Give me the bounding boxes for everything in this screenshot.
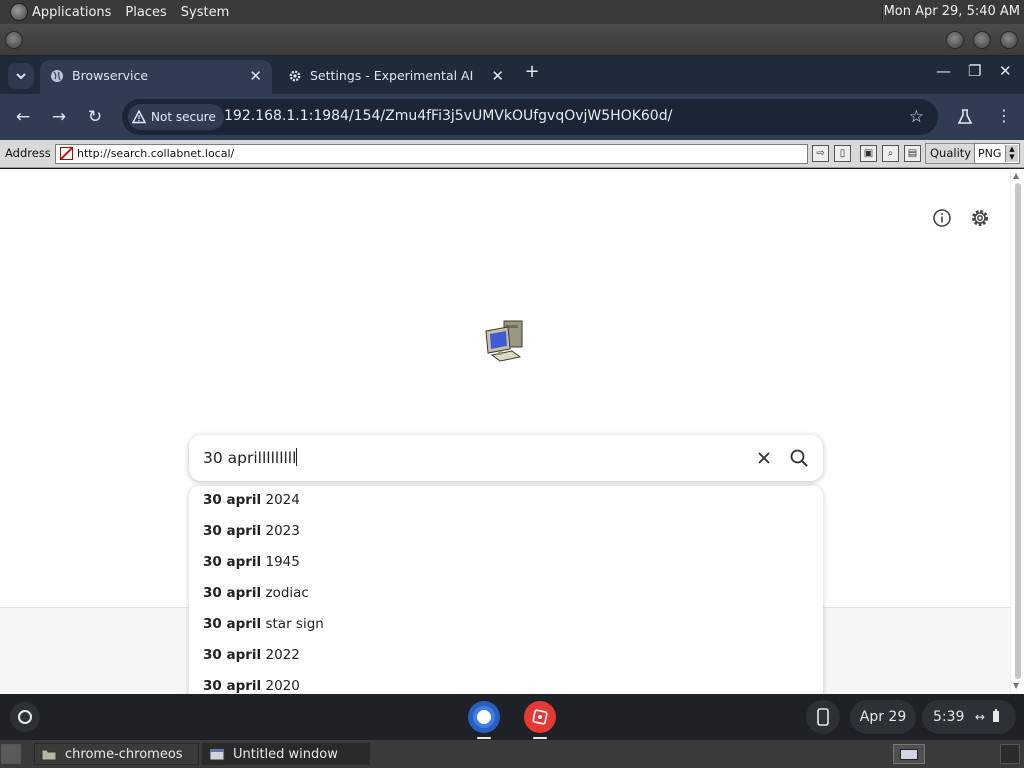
capture-glyph-icon — [532, 709, 548, 725]
reload-button[interactable]: ↻ — [84, 106, 106, 128]
network-arrows-icon: ↔ — [974, 710, 985, 724]
task-untitled-window[interactable]: Untitled window — [202, 743, 370, 765]
chrome-app-icon[interactable] — [468, 701, 500, 733]
chevron-down-icon — [16, 73, 26, 80]
address-bar: Address http://search.collabnet.local/ ⇨… — [0, 140, 1024, 168]
tab-strip: Browservice ✕ Settings - Experimental AI… — [0, 56, 1024, 94]
quality-select[interactable]: PNG ▲ ▼ — [974, 143, 1020, 164]
tab-browservice[interactable]: Browservice ✕ — [40, 60, 272, 94]
maximize-button[interactable] — [973, 31, 991, 49]
search-icon[interactable] — [789, 448, 809, 468]
suggestion-item[interactable]: 30 april 2023 — [203, 523, 300, 539]
close-tab-icon[interactable]: ✕ — [249, 67, 262, 85]
scroll-down-arrow-icon[interactable]: ▼ — [1013, 681, 1019, 690]
minimize-icon[interactable]: — — [936, 62, 951, 80]
date-tray[interactable]: Apr 29 — [850, 700, 916, 734]
bottom-panel: chrome-chromeos Untitled window — [0, 740, 1024, 768]
settings-gear-icon[interactable] — [969, 207, 991, 229]
launcher-button[interactable] — [10, 702, 40, 732]
globe-icon — [51, 70, 63, 82]
applications-menu[interactable]: Applications — [32, 5, 111, 20]
battery-icon — [993, 709, 1000, 722]
screen-capture-app-icon[interactable] — [524, 701, 556, 733]
address-label: Address — [5, 146, 51, 160]
workspace-switcher[interactable] — [1000, 744, 1020, 764]
suggestion-item[interactable]: 30 april 1945 — [203, 554, 300, 570]
gnome-foot-icon[interactable] — [10, 3, 28, 21]
search-box[interactable]: 30 aprilllllllll — [189, 435, 823, 481]
scrollbar-thumb[interactable] — [1015, 183, 1021, 679]
app-running-indicator — [533, 737, 547, 739]
go-arrow-icon[interactable]: ⇨ — [812, 145, 829, 162]
forward-button[interactable]: → — [48, 106, 70, 128]
flask-icon[interactable] — [956, 108, 974, 126]
info-icon[interactable] — [931, 207, 953, 229]
suggestion-item[interactable]: 30 april 2022 — [203, 647, 300, 663]
phone-hub-button[interactable] — [806, 700, 840, 734]
system-menu[interactable]: System — [181, 5, 229, 20]
bookmark-icon[interactable]: ▯ — [834, 145, 851, 162]
task-chrome-chromeos[interactable]: chrome-chromeos — [34, 743, 199, 765]
window-titlebar[interactable] — [0, 24, 1024, 56]
clear-icon[interactable] — [755, 449, 773, 467]
tab-search-button[interactable] — [8, 63, 34, 89]
restore-icon[interactable]: ❐ — [968, 62, 981, 80]
shelf: Apr 29 5:39 ↔ — [0, 694, 1024, 740]
back-button[interactable]: ← — [12, 106, 34, 128]
suggestion-item[interactable]: 30 april 2020 — [203, 678, 300, 694]
clipboard-icon[interactable]: ▤ — [904, 145, 921, 162]
quality-value: PNG — [978, 147, 1002, 160]
minimize-button[interactable] — [946, 31, 964, 49]
insecure-icon — [60, 147, 73, 160]
tab-title: Settings - Experimental AI — [310, 68, 474, 83]
window-menu-button[interactable] — [5, 31, 23, 49]
places-menu[interactable]: Places — [125, 5, 166, 20]
web-page: 30 aprilllllllll 30 april 2024 30 april … — [0, 169, 1010, 694]
browser-toolbar: ← → ↻ Not secure 192.168.1.1:1984/154/Zm… — [0, 94, 1024, 140]
text-caret — [296, 448, 298, 466]
task-label: Untitled window — [233, 746, 338, 762]
bookmark-star-icon[interactable]: ☆ — [909, 107, 924, 127]
suggestion-item[interactable]: 30 april 2024 — [203, 492, 300, 508]
suggestion-item[interactable]: 30 april zodiac — [203, 585, 309, 601]
tab-settings[interactable]: Settings - Experimental AI ✕ — [278, 60, 514, 94]
status-tray[interactable]: 5:39 ↔ — [922, 700, 1016, 734]
quality-label: Quality — [925, 143, 977, 164]
security-chip-label: Not secure — [151, 110, 216, 124]
new-tab-button[interactable]: + — [522, 62, 542, 82]
tab-title: Browservice — [72, 68, 149, 83]
suggestion-item[interactable]: 30 april star sign — [203, 616, 324, 632]
app-running-indicator — [477, 737, 491, 739]
task-label: chrome-chromeos — [65, 746, 183, 762]
gear-icon — [289, 70, 301, 82]
folder-icon — [41, 749, 57, 760]
search-input[interactable]: 30 aprilllllllll — [203, 448, 298, 467]
omnibox-url[interactable]: 192.168.1.1:1984/154/Zmu4fFi3j5vUMVkOUfg… — [224, 108, 672, 124]
suggestions-dropdown: 30 april 2024 30 april 2023 30 april 194… — [189, 486, 823, 694]
address-url: http://search.collabnet.local/ — [77, 147, 235, 160]
scroll-up-arrow-icon[interactable]: ▲ — [1013, 171, 1019, 180]
show-desktop-icon[interactable] — [1, 744, 21, 764]
address-field[interactable]: http://search.collabnet.local/ — [55, 144, 808, 164]
close-window-icon[interactable]: ✕ — [999, 62, 1012, 80]
search-query: 30 aprilllllllll — [203, 449, 297, 467]
find-icon[interactable]: ⌕ — [882, 145, 899, 162]
security-chip[interactable]: Not secure — [128, 104, 224, 130]
phone-icon — [817, 708, 829, 726]
warning-icon — [132, 110, 146, 124]
shelf-time: 5:39 — [933, 709, 965, 725]
page-scrollbar[interactable]: ▲ ▼ — [1010, 169, 1024, 694]
close-tab-icon[interactable]: ✕ — [491, 67, 504, 85]
more-menu-icon[interactable]: ⋮ — [996, 106, 1012, 125]
home-icon[interactable]: ▣ — [860, 145, 877, 162]
spinner-arrows-icon[interactable]: ▲ ▼ — [1005, 145, 1018, 162]
launcher-circle-icon — [18, 710, 32, 724]
top-panel: Applications Places System Mon Apr 29, 5… — [0, 0, 1024, 24]
computer-logo-icon — [485, 320, 523, 362]
close-button[interactable] — [1000, 31, 1018, 49]
window-icon — [209, 748, 225, 760]
omnibox[interactable]: Not secure 192.168.1.1:1984/154/Zmu4fFi3… — [122, 99, 938, 135]
panel-clock[interactable]: Mon Apr 29, 5:40 AM — [884, 4, 1020, 19]
workspace-preview[interactable] — [893, 744, 925, 764]
